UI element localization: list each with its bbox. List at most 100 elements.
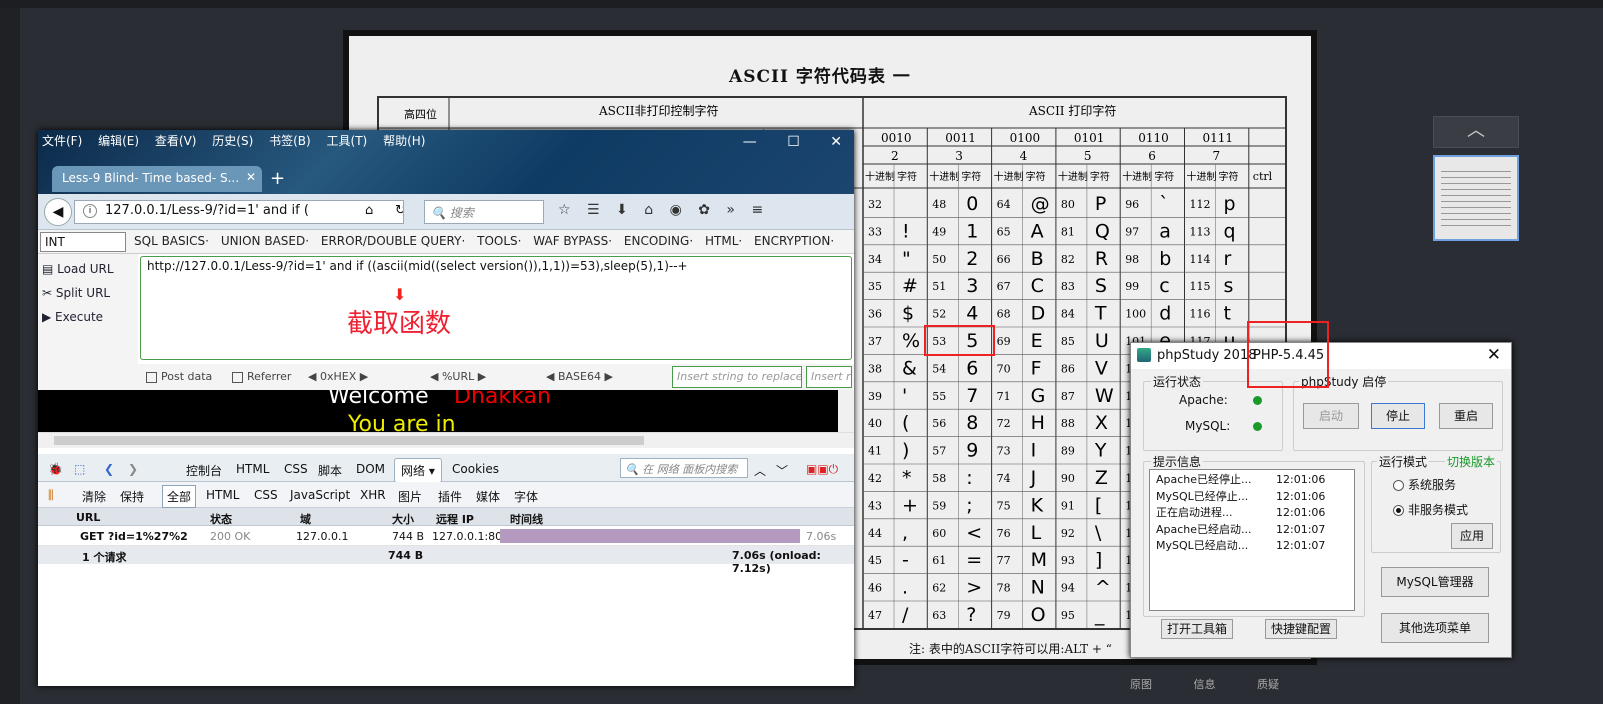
search-up-icon[interactable]: ︿ [754, 462, 766, 479]
menu-tools[interactable]: 工具(T) [327, 134, 368, 148]
viewer-thumbnail[interactable] [1433, 155, 1519, 241]
filter-media[interactable]: 媒体 [476, 488, 500, 505]
hb-error-double[interactable]: ERROR/DOUBLE QUERY· [321, 234, 465, 248]
filter-xhr[interactable]: XHR [360, 488, 386, 502]
prev-icon[interactable]: ❮ [104, 462, 114, 476]
menu-bookmarks[interactable]: 书签(B) [269, 134, 311, 148]
new-tab-button[interactable]: + [270, 168, 285, 189]
report-button[interactable]: 质疑 [1257, 676, 1279, 692]
other-options-button[interactable]: 其他选项菜单 [1381, 613, 1489, 643]
tab-console[interactable]: 控制台 [186, 462, 222, 479]
maximize-button[interactable]: ☐ [787, 134, 800, 150]
non-service-radio[interactable]: 非服务模式 [1393, 501, 1468, 518]
next-icon[interactable]: ❯ [128, 462, 138, 476]
restart-button[interactable]: 重启 [1439, 403, 1493, 429]
bookmark-star-icon[interactable]: ☆ [558, 202, 571, 218]
clear-button[interactable]: 清除 [82, 488, 106, 505]
tab-cookies[interactable]: Cookies [452, 462, 499, 476]
firebug-icon[interactable]: 🐞 [48, 462, 63, 476]
col-url[interactable]: URL [76, 511, 100, 524]
tab-css[interactable]: CSS [284, 462, 308, 476]
viewer-prev-button[interactable]: ︿ [1433, 116, 1519, 148]
start-button[interactable]: 启动 [1303, 403, 1359, 429]
stop-button[interactable]: 停止 [1371, 403, 1425, 429]
filter-html[interactable]: HTML [206, 488, 239, 502]
horizontal-scrollbar[interactable] [38, 432, 854, 448]
vertical-scrollbar[interactable] [838, 390, 854, 432]
home-icon[interactable]: ⌂ [644, 202, 653, 218]
filter-all[interactable]: 全部 [162, 485, 197, 508]
system-service-radio[interactable]: 系统服务 [1393, 476, 1456, 493]
hb-waf-bypass[interactable]: WAF BYPASS· [533, 234, 612, 248]
palette-icon[interactable]: ✿ [698, 202, 710, 218]
home-icon[interactable]: ⌂ [365, 203, 373, 218]
minimize-button[interactable]: — [743, 134, 757, 150]
toolbox-button[interactable]: 打开工具箱 [1161, 619, 1233, 639]
post-data-checkbox[interactable]: Post data [146, 370, 212, 383]
insert-replace-input[interactable]: Insert string to replace [672, 366, 802, 388]
tab-script[interactable]: 脚本 [318, 462, 342, 479]
col-status[interactable]: 状态 [210, 511, 232, 527]
hamburger-menu-icon[interactable]: ≡ [751, 202, 763, 218]
firebug-search-input[interactable]: 🔍 在 网络 面板内搜索 [620, 458, 748, 478]
browser-tab[interactable]: Less-9 Blind- Time based- S... ✕ [52, 166, 262, 192]
info-icon[interactable]: i [83, 204, 97, 218]
close-window-button[interactable]: ✕ [830, 134, 842, 150]
shortcut-button[interactable]: 快捷键配置 [1265, 619, 1337, 639]
referrer-checkbox[interactable]: Referrer [232, 370, 291, 383]
load-url-button[interactable]: ▤ Load URL [42, 262, 134, 276]
hb-encryption[interactable]: ENCRYPTION· [754, 234, 834, 248]
execute-button[interactable]: ▶ Execute [42, 310, 134, 324]
filter-css[interactable]: CSS [254, 488, 278, 502]
insert-replacement-input[interactable]: Insert r [806, 366, 852, 388]
url-input[interactable]: i 127.0.0.1/Less-9/?id=1' and if ( ⌂ ↻ [74, 200, 404, 224]
hb-sql-basics[interactable]: SQL BASICS· [134, 234, 209, 248]
url-encode-button[interactable]: ◀ %URL ▶ [430, 370, 486, 383]
menu-view[interactable]: 查看(V) [155, 134, 197, 148]
hex-button[interactable]: ◀ 0xHEX ▶ [308, 370, 368, 383]
phpstudy-close-icon[interactable]: ✕ [1487, 345, 1501, 365]
tab-close-icon[interactable]: ✕ [246, 170, 256, 184]
mysql-manager-button[interactable]: MySQL管理器 [1381, 567, 1489, 597]
type-select[interactable]: INT [40, 232, 126, 252]
filter-plugins[interactable]: 插件 [438, 488, 462, 505]
col-remote-ip[interactable]: 远程 IP [436, 511, 474, 527]
hb-union-based[interactable]: UNION BASED· [221, 234, 309, 248]
hb-html[interactable]: HTML· [705, 234, 742, 248]
search-down-icon[interactable]: ﹀ [776, 462, 788, 479]
col-timeline[interactable]: 时间线 [510, 511, 543, 527]
col-domain[interactable]: 域 [300, 511, 311, 527]
persist-button[interactable]: 保持 [120, 488, 144, 505]
original-image-button[interactable]: 原图 [1130, 676, 1152, 692]
back-button[interactable]: ◀ [44, 198, 72, 226]
reload-icon[interactable]: ↻ [395, 203, 403, 218]
reader-icon[interactable]: ☰ [587, 202, 600, 218]
tab-network[interactable]: 网络 ▾ [394, 458, 442, 483]
menu-edit[interactable]: 编辑(E) [98, 134, 139, 148]
filter-javascript[interactable]: JavaScript [290, 488, 350, 502]
menu-file[interactable]: 文件(F) [42, 134, 82, 148]
apply-button[interactable]: 应用 [1451, 523, 1493, 549]
filter-images[interactable]: 图片 [398, 488, 422, 505]
table-row[interactable]: GET ?id=1%27%2 200 OK 127.0.0.1 744 B 12… [38, 526, 854, 546]
search-input[interactable]: 🔍 搜索 [424, 200, 544, 224]
overflow-icon[interactable]: » [726, 202, 735, 218]
filter-fonts[interactable]: 字体 [514, 488, 538, 505]
info-button[interactable]: 信息 [1194, 676, 1216, 692]
hb-encoding[interactable]: ENCODING· [624, 234, 693, 248]
addon-icon[interactable]: ◉ [670, 202, 682, 218]
base64-button[interactable]: ◀ BASE64 ▶ [546, 370, 613, 383]
menu-history[interactable]: 历史(S) [212, 134, 253, 148]
download-icon[interactable]: ⬇ [616, 202, 628, 218]
split-url-button[interactable]: ✂ Split URL [42, 286, 134, 300]
firebug-window-icons[interactable]: ▣▣⏻ [806, 462, 838, 477]
tab-dom[interactable]: DOM [356, 462, 385, 476]
switch-version-link[interactable]: 切换版本 [1445, 453, 1498, 470]
menu-help[interactable]: 帮助(H) [383, 134, 425, 148]
hackbar-textarea[interactable]: http://127.0.0.1/Less-9/?id=1' and if ((… [140, 256, 852, 360]
tab-html[interactable]: HTML [236, 462, 269, 476]
col-size[interactable]: 大小 [392, 511, 414, 527]
scroll-thumb[interactable] [54, 436, 644, 445]
inspect-icon[interactable]: ⬚ [74, 462, 85, 476]
log-list[interactable]: Apache已经停止... 12:01:06 MySQL已经停止... 12:01:0… [1149, 469, 1355, 611]
